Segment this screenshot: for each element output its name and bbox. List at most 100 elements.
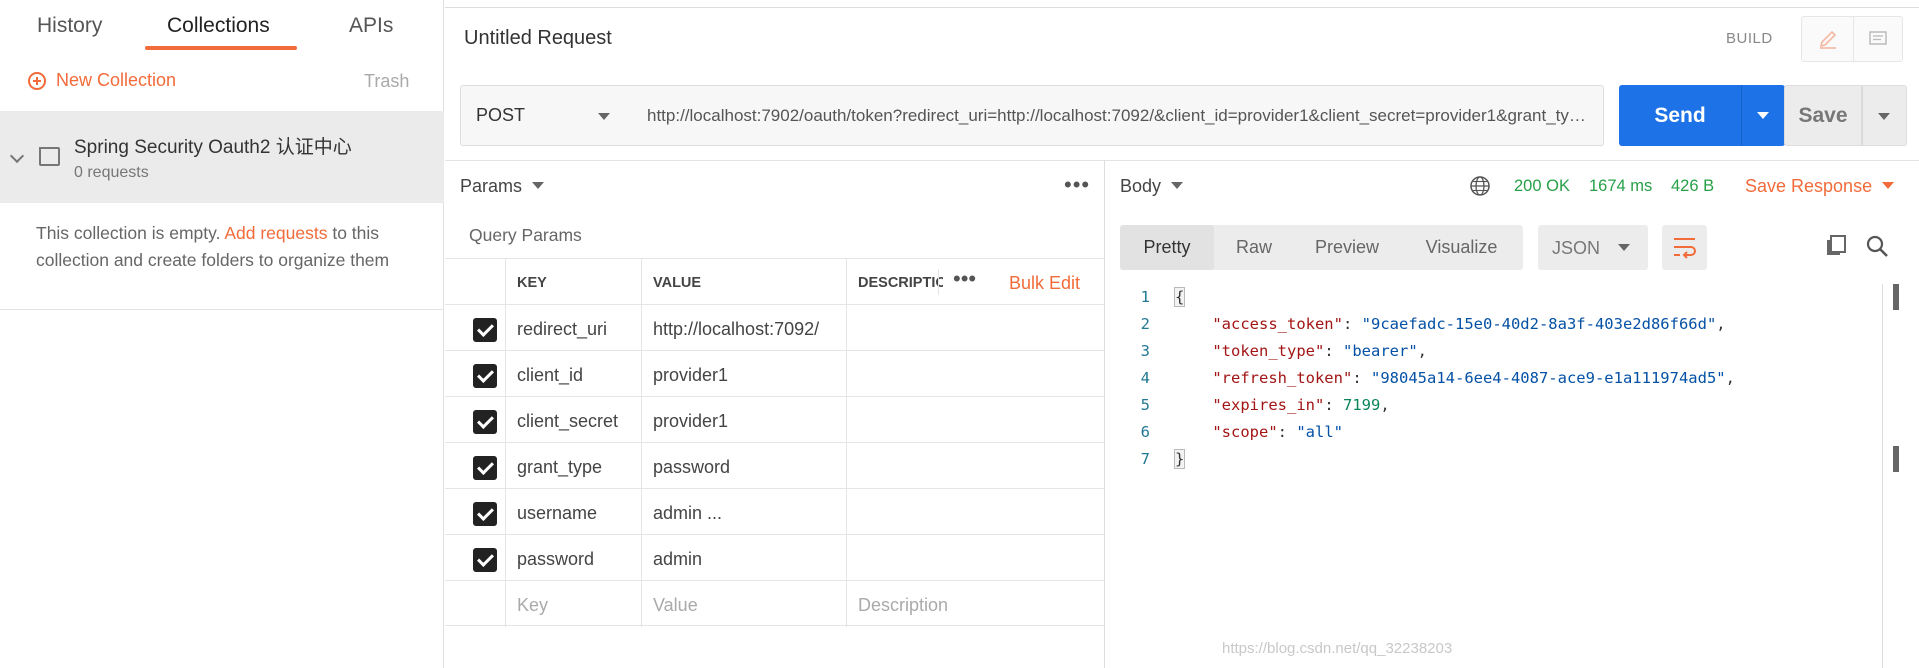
params-dropdown[interactable]: Params [460, 176, 545, 197]
param-value-cell[interactable]: admin ... [641, 489, 846, 535]
code-line: 6 "scope": "all" [1120, 419, 1890, 446]
caret-down-icon [1882, 182, 1895, 189]
new-key-input[interactable]: Key [505, 581, 641, 627]
key-placeholder: Key [517, 595, 549, 615]
params-table: KEY VALUE DESCRIPTION ••• Bulk Edit redi… [445, 258, 1104, 627]
save-button[interactable]: Save [1784, 85, 1862, 146]
editor-scrollbar-track[interactable] [1882, 284, 1883, 668]
save-dropdown-button[interactable] [1862, 85, 1907, 146]
sidebar-tabs: History Collections APIs [0, 0, 444, 52]
param-check-cell [445, 443, 505, 489]
param-checkbox[interactable] [473, 548, 497, 572]
search-icon[interactable] [1865, 234, 1889, 258]
tab-collections[interactable]: Collections [167, 14, 270, 38]
bulk-edit-button[interactable]: Bulk Edit [1009, 273, 1080, 294]
header-separator [938, 269, 939, 295]
caret-down-icon [1171, 182, 1184, 189]
param-key-cell[interactable]: grant_type [505, 443, 641, 489]
param-description-cell[interactable] [846, 535, 1104, 581]
params-table-header: KEY VALUE DESCRIPTION ••• Bulk Edit [445, 258, 1104, 305]
caret-down-icon [1757, 112, 1769, 119]
param-key: client_secret [517, 411, 619, 431]
request-tab-strip [445, 0, 1919, 8]
send-button[interactable]: Send [1619, 85, 1741, 146]
code-text: "scope": "all" [1212, 423, 1344, 441]
param-key-cell[interactable]: password [505, 535, 641, 581]
param-value-cell[interactable]: provider1 [641, 351, 846, 397]
param-row[interactable]: client_id provider1 [445, 350, 1104, 397]
response-time[interactable]: 1674 ms [1589, 177, 1652, 196]
send-dropdown-button[interactable] [1741, 85, 1785, 146]
empty-collection-message: This collection is empty. Add requests t… [36, 220, 421, 274]
tab-preview[interactable]: Preview [1294, 225, 1400, 270]
save-response-button[interactable]: Save Response [1745, 176, 1895, 197]
response-body-editor[interactable]: 1{ 2 "access_token": "9caefadc-15e0-40d2… [1120, 284, 1890, 473]
tab-apis[interactable]: APIs [349, 14, 393, 38]
build-mode-label: BUILD [1726, 30, 1773, 47]
param-description-cell[interactable] [846, 443, 1104, 489]
param-value-cell[interactable]: http://localhost:7092/ [641, 305, 846, 351]
column-options-icon[interactable]: ••• [953, 266, 976, 292]
param-key-cell[interactable]: client_id [505, 351, 641, 397]
pencil-icon[interactable] [1818, 29, 1838, 49]
tab-pretty[interactable]: Pretty [1120, 225, 1214, 270]
code-text: } [1173, 449, 1186, 469]
param-checkbox[interactable] [473, 318, 497, 342]
param-key-cell[interactable]: client_secret [505, 397, 641, 443]
param-description-cell[interactable] [846, 489, 1104, 535]
param-row[interactable]: redirect_uri http://localhost:7092/ [445, 304, 1104, 351]
param-row[interactable]: grant_type password [445, 442, 1104, 489]
param-value-cell[interactable]: admin [641, 535, 846, 581]
param-description-cell[interactable] [846, 305, 1104, 351]
method-select[interactable]: POST [460, 85, 633, 146]
chevron-down-icon[interactable] [9, 148, 25, 164]
format-label: JSON [1552, 238, 1601, 258]
pane-splitter[interactable] [1104, 160, 1105, 668]
param-check-cell [445, 489, 505, 535]
new-collection-label: New Collection [56, 70, 177, 90]
token-type-value: bearer [1352, 342, 1409, 360]
param-description-cell[interactable] [846, 397, 1104, 443]
request-builder: Untitled Request BUILD POST http://local… [445, 0, 1919, 668]
param-row[interactable]: client_secret provider1 [445, 396, 1104, 443]
param-row-new[interactable]: Key Value Description [445, 580, 1104, 627]
param-checkbox[interactable] [473, 410, 497, 434]
param-row[interactable]: password admin [445, 534, 1104, 581]
globe-icon[interactable] [1469, 175, 1491, 197]
response-size[interactable]: 426 B [1671, 177, 1714, 196]
collection-item[interactable]: Spring Security Oauth2 认证中心 0 requests [0, 111, 444, 203]
param-value-cell[interactable]: provider1 [641, 397, 846, 443]
param-key-cell[interactable]: redirect_uri [505, 305, 641, 351]
format-select[interactable]: JSON [1538, 225, 1648, 270]
tab-history[interactable]: History [37, 14, 102, 38]
trash-link[interactable]: Trash [364, 71, 409, 92]
param-checkbox[interactable] [473, 502, 497, 526]
add-requests-link[interactable]: Add requests [224, 223, 327, 243]
comment-icon[interactable] [1868, 29, 1888, 49]
body-dropdown[interactable]: Body [1120, 176, 1184, 197]
wrap-lines-button[interactable] [1662, 225, 1707, 270]
param-description-cell[interactable] [846, 351, 1104, 397]
new-collection-button[interactable]: New Collection [28, 70, 176, 91]
copy-icon[interactable] [1824, 234, 1848, 258]
param-key: password [517, 549, 595, 569]
new-description-input[interactable]: Description [846, 581, 1104, 627]
new-value-input[interactable]: Value [641, 581, 846, 627]
param-check-cell [445, 397, 505, 443]
param-key-cell[interactable]: username [505, 489, 641, 535]
tab-raw[interactable]: Raw [1214, 225, 1294, 270]
url-input[interactable]: http://localhost:7902/oauth/token?redire… [632, 85, 1604, 146]
refresh-token-value: 98045a14-6ee4-4087-ace9-e1a111974ad5 [1380, 369, 1717, 387]
tab-visualize[interactable]: Visualize [1400, 225, 1523, 270]
param-key: grant_type [517, 457, 603, 477]
param-row[interactable]: username admin ... [445, 488, 1104, 535]
param-value-cell[interactable]: password [641, 443, 846, 489]
status-code[interactable]: 200 OK [1514, 177, 1570, 196]
param-checkbox[interactable] [473, 364, 497, 388]
more-options-icon[interactable]: ••• [1064, 172, 1090, 198]
request-title[interactable]: Untitled Request [464, 27, 612, 50]
wrap-lines-icon [1674, 238, 1696, 259]
param-checkbox[interactable] [473, 456, 497, 480]
code-line: 4 "refresh_token": "98045a14-6ee4-4087-a… [1120, 365, 1890, 392]
folder-icon [39, 147, 60, 166]
